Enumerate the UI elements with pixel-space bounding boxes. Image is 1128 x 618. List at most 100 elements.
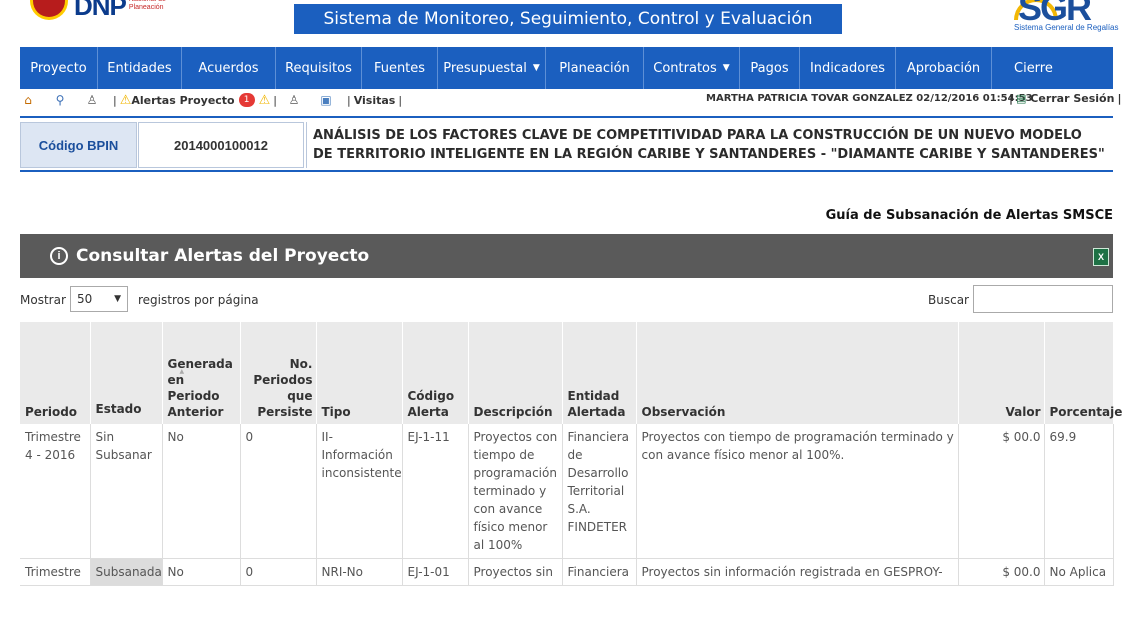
page-size-select[interactable]: 50 ▼ — [70, 286, 128, 312]
search-label: Buscar — [928, 293, 969, 307]
panel-title: Consultar Alertas del Proyecto — [76, 246, 370, 266]
colombia-seal-icon — [30, 0, 68, 20]
column-header[interactable]: Periodo — [20, 322, 91, 424]
show-label: Mostrar — [20, 293, 66, 307]
bpin-label: Código BPIN — [20, 122, 137, 168]
nav-item-cierre[interactable]: Cierre — [992, 47, 1113, 89]
cell-porcentaje: No Aplica — [1044, 558, 1114, 586]
nav-item-fuentes[interactable]: Fuentes — [362, 47, 438, 89]
nav-item-requisitos[interactable]: Requisitos — [276, 47, 362, 89]
separator: | — [347, 93, 351, 107]
nav-item-contratos[interactable]: Contratos ▼ — [644, 47, 740, 89]
user-icon[interactable]: ♙ — [286, 92, 302, 108]
cell-generada: No — [162, 558, 241, 586]
alerts-project-link[interactable]: Alertas Proyecto — [131, 94, 234, 107]
cell-porcentaje: 69.9 — [1044, 424, 1114, 559]
nav-label: Presupuestal — [443, 60, 527, 76]
sgr-logo-text: SGR — [1018, 0, 1092, 28]
column-header[interactable]: Generada en Periodo Anterior — [162, 322, 241, 424]
logout-link[interactable]: | ▤ Cerrar Sesión | — [1006, 92, 1124, 105]
column-header[interactable]: Descripción — [468, 322, 563, 424]
search-icon[interactable]: ⚲ — [52, 92, 68, 108]
column-header[interactable]: Valor — [958, 322, 1045, 424]
table-row[interactable]: Trimestre Subsanada No 0 NRI-No EJ-1-01 … — [20, 558, 1114, 586]
table-row[interactable]: Trimestre 4 - 2016 Sin Subsanar No 0 II-… — [20, 424, 1114, 559]
system-title: Sistema de Monitoreo, Seguimiento, Contr… — [294, 4, 842, 34]
nav-item-acuerdos[interactable]: Acuerdos — [182, 47, 276, 89]
search-input[interactable] — [973, 285, 1113, 313]
separator: | — [273, 93, 277, 107]
cell-valor: $ 00.0 — [958, 558, 1045, 586]
separator: | — [1009, 92, 1014, 105]
column-header[interactable]: Código Alerta — [402, 322, 469, 424]
nav-label: Indicadores — [809, 60, 886, 76]
column-header[interactable]: Estado ▲ — [90, 322, 184, 424]
cell-observacion: Proyectos sin información registrada en … — [636, 558, 959, 586]
separator: | — [1117, 92, 1122, 105]
table-header-row: Periodo Estado ▲ Generada en Periodo Ante… — [20, 322, 1122, 424]
user-icon[interactable]: ♙ — [84, 92, 100, 108]
nav-item-aprobacion[interactable]: Aprobación — [896, 47, 992, 89]
page-size-value: 50 — [77, 292, 93, 306]
project-name: ANÁLISIS DE LOS FACTORES CLAVE DE COMPET… — [306, 122, 1112, 168]
document-icon[interactable]: ▣ — [318, 92, 334, 108]
column-header[interactable]: No. Periodos que Persiste — [240, 322, 317, 424]
warning-icon: ⚠ — [119, 92, 132, 108]
home-icon[interactable]: ⌂ — [20, 92, 36, 108]
cell-codigo: EJ-1-11 — [402, 424, 469, 559]
cell-valor: $ 00.0 — [958, 424, 1045, 559]
dnp-logo[interactable]: DNP Nacional de Planeación — [30, 0, 177, 28]
nav-label: Planeación — [559, 60, 630, 76]
column-header[interactable]: Porcentaje — [1044, 322, 1122, 424]
project-banner: Código BPIN 2014000100012 ANÁLISIS DE LO… — [20, 116, 1113, 172]
separator: | — [113, 93, 117, 107]
nav-label: Contratos — [653, 60, 717, 76]
cell-tipo: NRI-No — [316, 558, 403, 586]
cell-entidad: Financiera de Desarrollo Territorial S.A… — [562, 424, 637, 559]
caret-down-icon: ▼ — [722, 63, 730, 73]
column-header[interactable]: Tipo — [316, 322, 403, 424]
app-header: DNP Nacional de Planeación Sistema de Mo… — [0, 0, 1128, 38]
remediation-guide-link[interactable]: Guía de Subsanación de Alertas SMSCE — [826, 208, 1113, 223]
nav-item-indicadores[interactable]: Indicadores — [800, 47, 896, 89]
nav-label: Cierre — [1014, 60, 1053, 76]
nav-label: Proyecto — [30, 60, 87, 76]
nav-item-planeacion[interactable]: Planeación — [546, 47, 644, 89]
user-session-info: MARTHA PATRICIA TOVAR GONZALEZ 02/12/201… — [706, 93, 1033, 104]
toolbar: ⌂ ⚲ ♙ | ⚠ Alertas Proyecto 1 ⚠ | ♙ ▣ | V… — [20, 89, 1121, 111]
table-controls: Mostrar 50 ▼ registros por página Buscar — [20, 284, 1113, 314]
nav-item-proyecto[interactable]: Proyecto — [20, 47, 98, 89]
nav-label: Requisitos — [285, 60, 352, 76]
dnp-logo-subtitle: Nacional de Planeación — [128, 0, 166, 11]
bpin-value: 2014000100012 — [138, 122, 304, 168]
separator: | — [398, 93, 403, 107]
visits-link[interactable]: Visitas — [354, 94, 396, 107]
cell-entidad: Financiera — [562, 558, 637, 586]
per-page-label: registros por página — [138, 293, 259, 307]
nav-label: Entidades — [107, 60, 172, 76]
nav-label: Aprobación — [906, 60, 981, 76]
cell-codigo: EJ-1-01 — [402, 558, 469, 586]
logout-icon: ▤ — [1016, 92, 1027, 105]
excel-export-icon[interactable]: X — [1093, 248, 1109, 266]
nav-label: Acuerdos — [198, 60, 259, 76]
nav-label: Pagos — [750, 60, 789, 76]
column-header[interactable]: Entidad Alertada — [562, 322, 637, 424]
nav-item-pagos[interactable]: Pagos — [740, 47, 800, 89]
cell-periodos: 0 — [240, 424, 317, 559]
cell-observacion: Proyectos con tiempo de programación ter… — [636, 424, 959, 559]
nav-item-presupuestal[interactable]: Presupuestal ▼ — [438, 47, 546, 89]
caret-down-icon: ▼ — [532, 63, 540, 73]
warning-icon[interactable]: ⚠ — [259, 93, 271, 108]
column-header[interactable]: Observación — [636, 322, 959, 424]
cell-descripcion: Proyectos con tiempo de programación ter… — [468, 424, 563, 559]
column-header-label: Estado — [95, 402, 142, 416]
cell-descripcion: Proyectos sin — [468, 558, 563, 586]
nav-item-entidades[interactable]: Entidades — [98, 47, 182, 89]
cell-periodo: Trimestre 4 - 2016 — [20, 424, 91, 559]
alerts-count-badge[interactable]: 1 — [238, 93, 255, 107]
dnp-logo-text: DNP — [74, 0, 127, 21]
cell-periodo: Trimestre — [20, 558, 91, 586]
sgr-logo[interactable]: SGR Sistema General de Regalías — [1004, 0, 1126, 34]
cell-estado: Subsanada — [90, 558, 163, 586]
